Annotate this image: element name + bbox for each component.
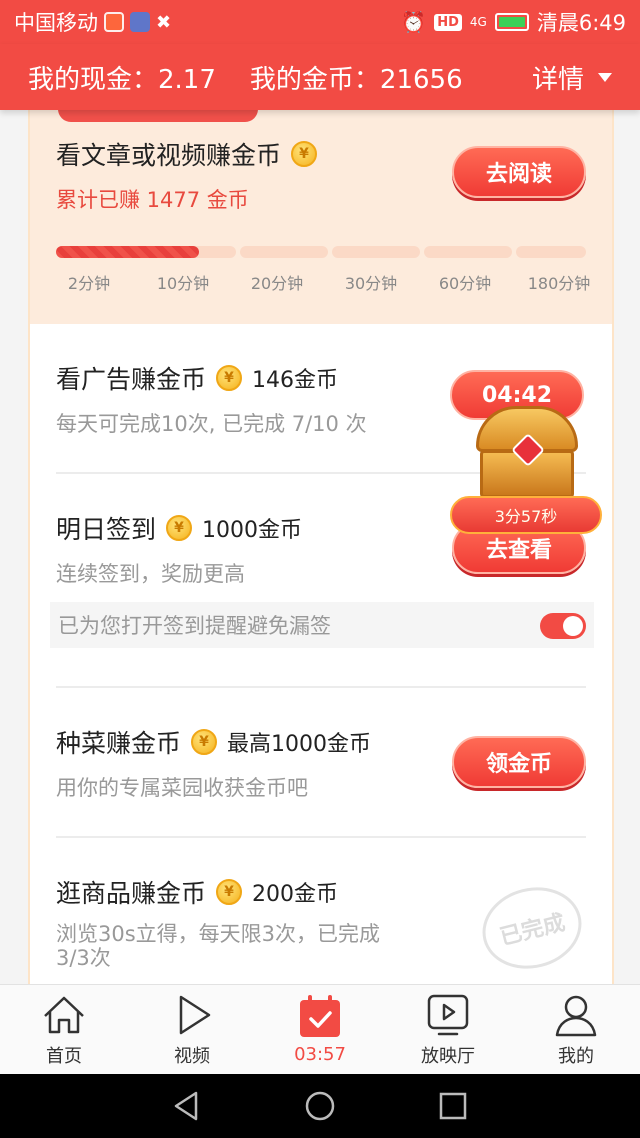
nav-video[interactable]: 视频 — [128, 985, 256, 1074]
shop-task-subtitle: 浏览30s立得，每天限3次，已完成 3/3次 — [56, 922, 380, 970]
signin-task-title: 明日签到 ¥ 1000金币 — [56, 510, 302, 546]
tick-label: 20分钟 — [250, 274, 304, 293]
signin-task-subtitle: 连续签到，奖励更高 — [56, 562, 245, 586]
tick-label: 180分钟 — [527, 274, 591, 293]
screen-play-icon — [425, 992, 471, 1038]
collect-coins-button[interactable]: 领金币 — [452, 736, 586, 788]
shop-task-subtitle-line: 3/3次 — [56, 946, 111, 970]
coin-balance: 我的金币：21656 — [249, 64, 463, 95]
nav-video-label: 视频 — [174, 1045, 210, 1067]
system-nav-bar — [0, 1074, 640, 1138]
home-icon — [41, 992, 87, 1038]
progress-ticks: 2分钟 10分钟 20分钟 30分钟 60分钟 180分钟 — [44, 270, 604, 294]
signin-reminder-toggle[interactable] — [540, 613, 586, 639]
coin-icon: ¥ — [216, 879, 243, 905]
read-progress-bar — [56, 246, 586, 258]
bottom-nav: 首页 视频 03:57 放映厅 我的 — [0, 984, 640, 1074]
missed-call-icon: ✖ — [156, 11, 172, 33]
read-task-title-text: 看文章或视频赚金币 — [56, 141, 282, 170]
task-card: 看文章或视频赚金币 ¥ 累计已赚 1477 金币 去阅读 2分钟 10分钟 20… — [28, 110, 614, 984]
signin-reminder-text: 已为您打开签到提醒避免漏签 — [58, 614, 331, 638]
progress-segment — [424, 246, 512, 258]
signin-task-reward: 1000金币 — [202, 518, 303, 543]
tick-label: 2分钟 — [67, 274, 111, 293]
shop-task-title: 逛商品赚金币 ¥ 200金币 — [56, 874, 338, 910]
coin-icon: ¥ — [191, 729, 218, 755]
progress-segment — [516, 246, 586, 258]
tick-label: 10分钟 — [156, 274, 210, 293]
treasure-chest-widget[interactable]: 04:42 3分57秒 — [450, 370, 602, 534]
progress-segment — [240, 246, 328, 258]
nav-tasks[interactable]: 03:57 — [256, 985, 384, 1074]
task-list[interactable]: 看文章或视频赚金币 ¥ 累计已赚 1477 金币 去阅读 2分钟 10分钟 20… — [0, 110, 640, 984]
tick-label: 30分钟 — [344, 274, 398, 293]
read-task-title: 看文章或视频赚金币 ¥ — [56, 136, 318, 172]
coin-icon: ¥ — [291, 141, 318, 167]
battery-icon — [494, 13, 529, 31]
ads-task-progress: 每天可完成10次, 已完成 7/10 次 — [56, 412, 367, 436]
coin-icon: ¥ — [166, 515, 193, 541]
carrier-name: 中国移动 — [14, 11, 98, 35]
signin-task-title-text: 明日签到 — [56, 515, 157, 544]
app-notification-icon-2 — [130, 12, 150, 32]
ads-task-title: 看广告赚金币 ¥ 146金币 — [56, 360, 338, 396]
farm-task-title-text: 种菜赚金币 — [56, 729, 182, 758]
signin-reminder-row: 已为您打开签到提醒避免漏签 — [50, 602, 594, 648]
progress-fill — [56, 246, 200, 258]
calendar-check-icon — [297, 994, 343, 1040]
coin-icon: ¥ — [216, 365, 243, 391]
tag-strip — [58, 110, 258, 122]
clock: 清晨6:49 — [536, 11, 626, 35]
wallet-header: 我的现金：2.17 我的金币：21656 详情 — [0, 44, 640, 110]
home-circle-icon[interactable] — [303, 1089, 337, 1123]
nav-tasks-label: 03:57 — [294, 1044, 346, 1065]
ads-task-title-text: 看广告赚金币 — [56, 365, 207, 394]
status-bar: 中国移动 ✖ ⏰ HD 4G 清晨6:49 — [0, 0, 640, 44]
treasure-chest-icon — [476, 406, 578, 500]
completed-stamp: 已完成 — [473, 877, 591, 979]
shop-task-title-text: 逛商品赚金币 — [56, 879, 207, 908]
detail-dropdown[interactable]: 详情 — [532, 59, 612, 96]
nav-mine[interactable]: 我的 — [512, 985, 640, 1074]
tick-label: 60分钟 — [438, 274, 492, 293]
shop-task-reward: 200金币 — [252, 882, 339, 907]
ads-task-reward: 146金币 — [252, 368, 339, 393]
farm-task-subtitle: 用你的专属菜园收获金币吧 — [56, 776, 308, 800]
shop-task-subtitle-line: 浏览30s立得，每天限3次，已完成 — [56, 922, 381, 946]
detail-label: 详情 — [531, 64, 584, 95]
play-icon — [169, 992, 215, 1038]
nav-mine-label: 我的 — [558, 1045, 594, 1067]
user-icon — [553, 992, 599, 1038]
back-icon[interactable] — [170, 1089, 204, 1123]
nav-theater[interactable]: 放映厅 — [384, 985, 512, 1074]
chevron-down-icon — [598, 72, 612, 82]
nav-theater-label: 放映厅 — [421, 1045, 475, 1067]
divider — [56, 686, 586, 688]
hd-icon: HD — [434, 13, 462, 31]
app-notification-icon — [104, 12, 124, 32]
go-read-button[interactable]: 去阅读 — [452, 146, 586, 198]
cash-balance: 我的现金：2.17 — [28, 64, 216, 95]
read-task-earned: 累计已赚 1477 金币 — [56, 188, 249, 212]
alarm-icon: ⏰ — [401, 10, 427, 34]
nav-home-label: 首页 — [46, 1045, 82, 1067]
signal-icon: 4G — [469, 15, 487, 29]
nav-home[interactable]: 首页 — [0, 985, 128, 1074]
farm-task-reward: 最高1000金币 — [227, 732, 372, 757]
divider — [56, 836, 586, 838]
chest-countdown: 3分57秒 — [450, 496, 602, 534]
read-task: 看文章或视频赚金币 ¥ 累计已赚 1477 金币 去阅读 2分钟 10分钟 20… — [30, 110, 612, 324]
farm-task-title: 种菜赚金币 ¥ 最高1000金币 — [56, 724, 371, 760]
recents-icon[interactable] — [436, 1089, 470, 1123]
progress-segment — [332, 246, 420, 258]
